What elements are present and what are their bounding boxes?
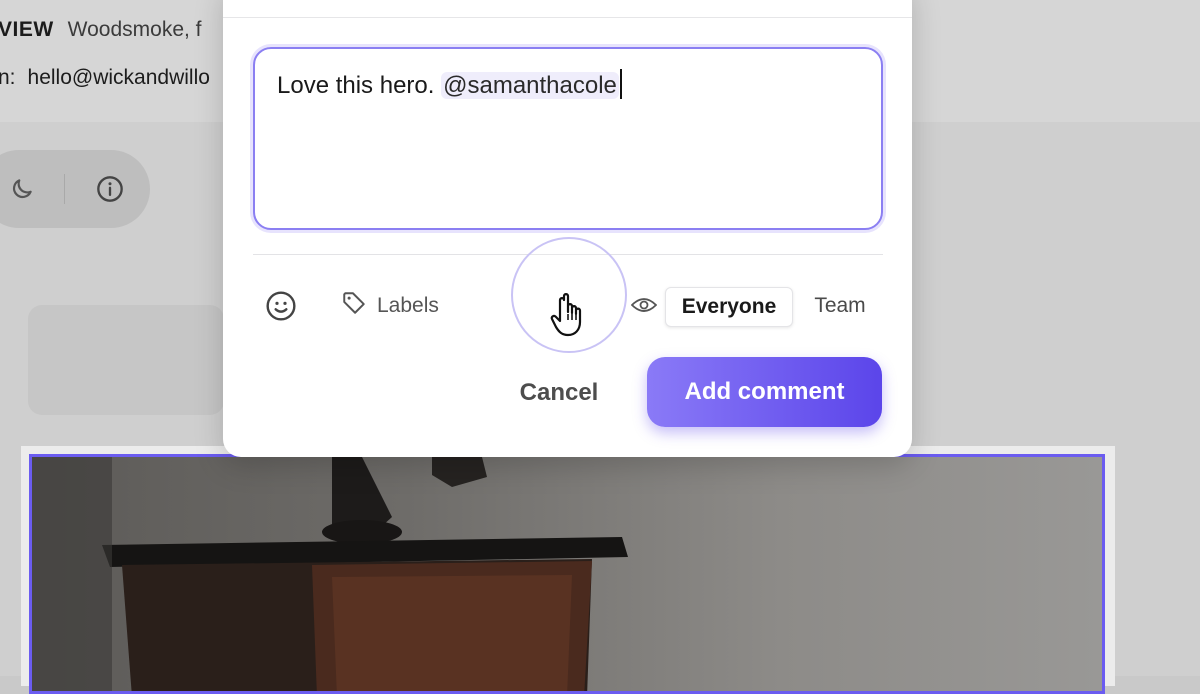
- pointer-hand-icon: [550, 292, 592, 338]
- preview-row: VIEW Woodsmoke, f: [0, 18, 202, 42]
- add-comment-button[interactable]: Add comment: [647, 357, 882, 427]
- labels-label: Labels: [377, 294, 439, 317]
- email-label: n:: [0, 66, 16, 89]
- email-row: n: hello@wickandwillo: [0, 66, 210, 90]
- preview-value: Woodsmoke, f: [67, 18, 202, 41]
- labels-button[interactable]: Labels: [341, 290, 439, 322]
- info-icon[interactable]: [88, 167, 132, 211]
- background-toolbar: [0, 150, 150, 228]
- cancel-button[interactable]: Cancel: [501, 372, 617, 414]
- moon-icon[interactable]: [0, 167, 44, 211]
- comment-popover: Love this hero. @samanthacole Labels Eve…: [223, 0, 912, 457]
- visibility-option-team[interactable]: Team: [801, 287, 879, 325]
- eye-icon: [630, 293, 658, 317]
- hero-image: [29, 454, 1105, 694]
- text-caret: [619, 69, 622, 99]
- toolbar-divider: [64, 174, 65, 204]
- email-value: hello@wickandwillo: [27, 66, 210, 89]
- mention-chip[interactable]: @samanthacole: [441, 72, 619, 99]
- comment-text: Love this hero.: [277, 72, 442, 99]
- visibility-option-everyone[interactable]: Everyone: [665, 287, 793, 327]
- comment-input[interactable]: Love this hero. @samanthacole: [253, 47, 883, 230]
- smiley-icon[interactable]: [263, 288, 299, 324]
- tag-icon: [341, 290, 367, 322]
- background-card: [28, 305, 224, 415]
- preview-label: VIEW: [0, 18, 54, 41]
- popover-divider: [223, 17, 912, 18]
